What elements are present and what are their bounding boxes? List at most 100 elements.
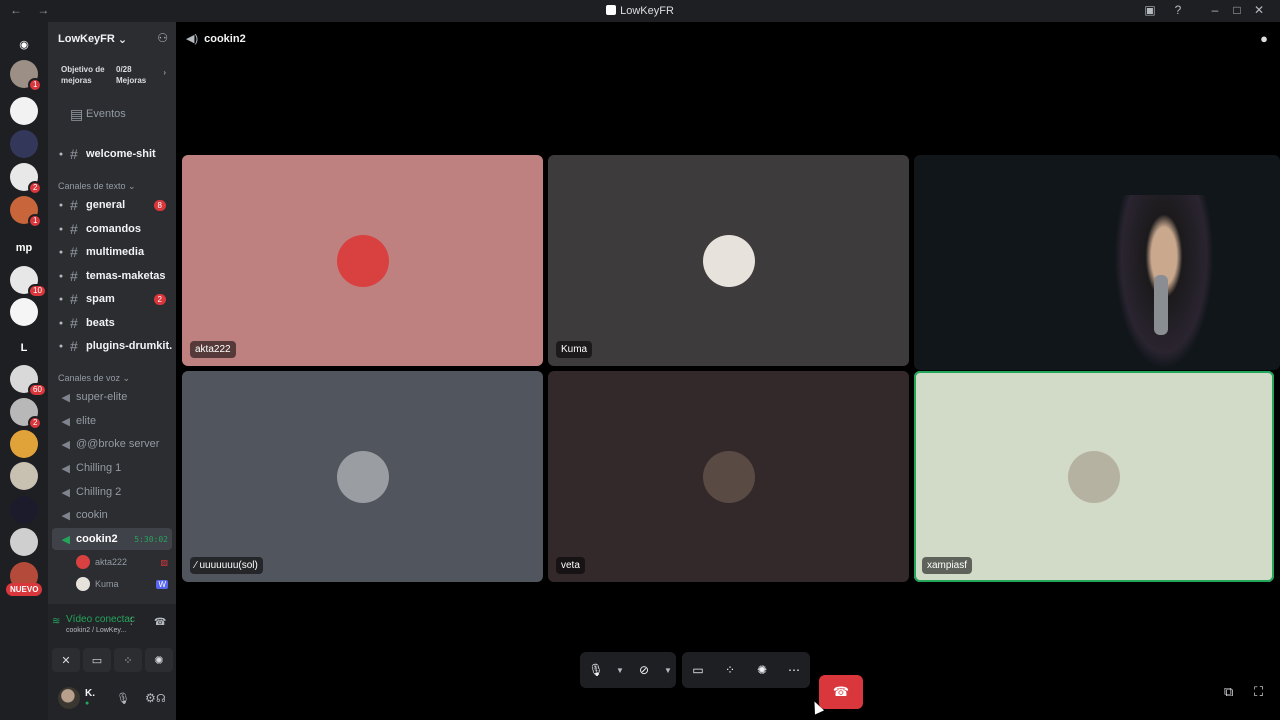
soundboard-icon[interactable]: ✺ xyxy=(746,663,778,677)
mention-badge: 2 xyxy=(28,181,43,195)
avatar xyxy=(76,555,90,569)
hash-icon: # xyxy=(70,315,78,331)
title-bar: ← → LowKeyFR ▣? – □ ✕ xyxy=(0,0,1280,22)
inbox-icon[interactable]: ▣ xyxy=(1136,3,1164,17)
gear-icon[interactable]: ⚙ xyxy=(145,691,156,705)
popout-icon[interactable]: ⧉ xyxy=(1224,684,1233,700)
participant-name: ⁄ uuuuuuu(sol) xyxy=(190,557,263,574)
unread-dot-icon: ● xyxy=(58,342,64,350)
voice-member[interactable]: Kuma W xyxy=(76,574,168,594)
mention-badge: 10 xyxy=(28,284,47,298)
headset-icon[interactable]: ☊ xyxy=(156,692,166,705)
guild-icon[interactable] xyxy=(10,430,38,458)
voice-channel-item[interactable]: ◀ cookin xyxy=(52,504,172,526)
calendar-icon: ▤ xyxy=(70,105,84,122)
channel-label: welcome-shit xyxy=(86,148,156,160)
voice-status[interactable]: Vídeo conectac xyxy=(66,614,135,625)
minimize-button[interactable]: – xyxy=(1204,3,1226,17)
activities-button[interactable]: ⁘ xyxy=(114,648,142,672)
voice-channel-item[interactable]: ◀ super-elite xyxy=(52,386,172,408)
participant-tile[interactable] xyxy=(914,155,1280,370)
channel-label: general xyxy=(86,199,126,211)
text-channel-item[interactable]: ● # general 8 xyxy=(52,194,172,216)
guild-icon[interactable] xyxy=(10,298,38,326)
avatar[interactable] xyxy=(58,687,80,709)
voice-member-name: akta222 xyxy=(95,557,128,567)
guild-icon[interactable]: L xyxy=(10,334,38,362)
text-channel-item[interactable]: ● # beats xyxy=(52,312,172,334)
participant-name-text: xampiasf xyxy=(927,560,968,571)
unread-dot-icon: ● xyxy=(58,272,64,280)
soundboard-button[interactable]: ✺ xyxy=(145,648,173,672)
unread-dot-icon: ● xyxy=(58,248,64,256)
voice-channel-item[interactable]: ◀ Chilling 1 xyxy=(52,457,172,479)
text-channel-item[interactable]: ● # comandos xyxy=(52,218,172,240)
voice-subtitle[interactable]: cookin2 / LowKey... xyxy=(66,627,126,634)
noise-suppression-icon[interactable]: ⫶ xyxy=(130,617,133,628)
participant-name: Kuma xyxy=(556,341,593,358)
voice-category[interactable]: Canales de voz ⌄ xyxy=(58,373,130,384)
microphone-icon[interactable]: 🎙 xyxy=(580,663,612,677)
activities-icon[interactable]: ⁘ xyxy=(714,663,746,677)
microphone-icon[interactable]: 🎙 xyxy=(116,692,130,705)
mention-badge: 60 xyxy=(28,383,47,397)
participant-tile[interactable]: ⁄ uuuuuuu(sol) xyxy=(182,371,543,582)
participant-tile[interactable]: Kuma xyxy=(548,155,909,366)
avatar xyxy=(702,234,755,287)
hash-icon: # xyxy=(70,268,78,284)
server-header[interactable]: LowKeyFR ⌄ ⚇ xyxy=(48,22,176,56)
text-channel-item[interactable]: ● # plugins-drumkit... xyxy=(52,335,172,357)
text-channel-item[interactable]: ● # spam 2 xyxy=(52,288,172,310)
signal-icon[interactable]: ≋ xyxy=(52,616,60,627)
guild-icon[interactable] xyxy=(10,462,38,490)
guild-icon[interactable] xyxy=(10,130,38,158)
more-options-icon[interactable]: ⋯ xyxy=(778,663,810,677)
guild-icon[interactable] xyxy=(10,496,38,524)
guild-icon[interactable] xyxy=(10,97,38,125)
screen-share-button[interactable]: ▭ xyxy=(83,648,111,672)
unread-dot-icon: ● xyxy=(58,201,64,209)
camera-off-icon[interactable]: ⊘ xyxy=(628,663,660,677)
participant-tile[interactable]: veta xyxy=(548,371,909,582)
text-category-label: Canales de texto xyxy=(58,181,126,191)
disconnect-icon[interactable]: ☎ xyxy=(154,617,166,628)
boost-goal[interactable]: Objetivo de mejoras 0/28 Mejoras › xyxy=(54,60,170,90)
guild-icon[interactable] xyxy=(10,528,38,556)
events-item[interactable]: ▤ Eventos xyxy=(52,103,172,125)
voice-stage: ◀) cookin2 ● akta222 Kuma ⁄ uuuuuuu(sol) vet… xyxy=(176,22,1280,720)
active-voice-label: cookin2 xyxy=(76,533,118,545)
close-window-button[interactable]: ✕ xyxy=(1248,3,1270,17)
voice-timer: 5:30:02 xyxy=(134,534,168,544)
disconnect-button[interactable]: ☎ xyxy=(819,675,863,709)
voice-user-panel: ≋ Vídeo conectac cookin2 / LowKey... ⫶ ☎… xyxy=(48,604,176,720)
server-name: LowKeyFR xyxy=(58,33,115,45)
voice-channel-active[interactable]: ◀ cookin2 5:30:02 xyxy=(52,528,172,550)
text-category[interactable]: Canales de texto ⌄ xyxy=(58,181,136,192)
chevron-down-icon[interactable]: ▼ xyxy=(660,666,676,675)
chevron-down-icon[interactable]: ▼ xyxy=(612,666,628,675)
username[interactable]: K. xyxy=(85,688,95,699)
participant-tile[interactable]: akta222 xyxy=(182,155,543,366)
camera-off-button[interactable]: ✕ xyxy=(52,648,80,672)
voice-category-label: Canales de voz xyxy=(58,373,121,383)
new-badge[interactable]: NUEVO xyxy=(6,583,43,596)
voice-channel-item[interactable]: ◀ elite xyxy=(52,410,172,432)
channel-welcome-shit[interactable]: ● # welcome-shit xyxy=(52,143,172,165)
user-status: ● xyxy=(85,700,90,707)
channel-label: temas-maketas xyxy=(86,270,166,282)
maximize-button[interactable]: □ xyxy=(1226,3,1248,17)
participant-tile[interactable]: xampiasf xyxy=(914,371,1274,582)
voice-channel-item[interactable]: ◀ @@broke server xyxy=(52,433,172,455)
guild-icon[interactable]: ◉ xyxy=(10,30,38,58)
help-icon[interactable]: ? xyxy=(1164,3,1192,17)
text-channel-item[interactable]: ● # temas-maketas xyxy=(52,265,172,287)
text-channel-item[interactable]: ● # multimedia xyxy=(52,241,172,263)
speaker-icon: ◀ xyxy=(61,438,70,451)
guild-icon[interactable]: mp xyxy=(10,234,38,262)
voice-channel-item[interactable]: ◀ Chilling 2 xyxy=(52,481,172,503)
chat-bubble-icon[interactable]: ● xyxy=(1260,31,1268,46)
voice-member[interactable]: akta222 ▨ xyxy=(76,552,168,572)
invite-people-icon[interactable]: ⚇ xyxy=(157,31,168,45)
screen-share-icon[interactable]: ▭ xyxy=(682,663,714,677)
fullscreen-icon[interactable]: ⛶ xyxy=(1254,684,1263,700)
